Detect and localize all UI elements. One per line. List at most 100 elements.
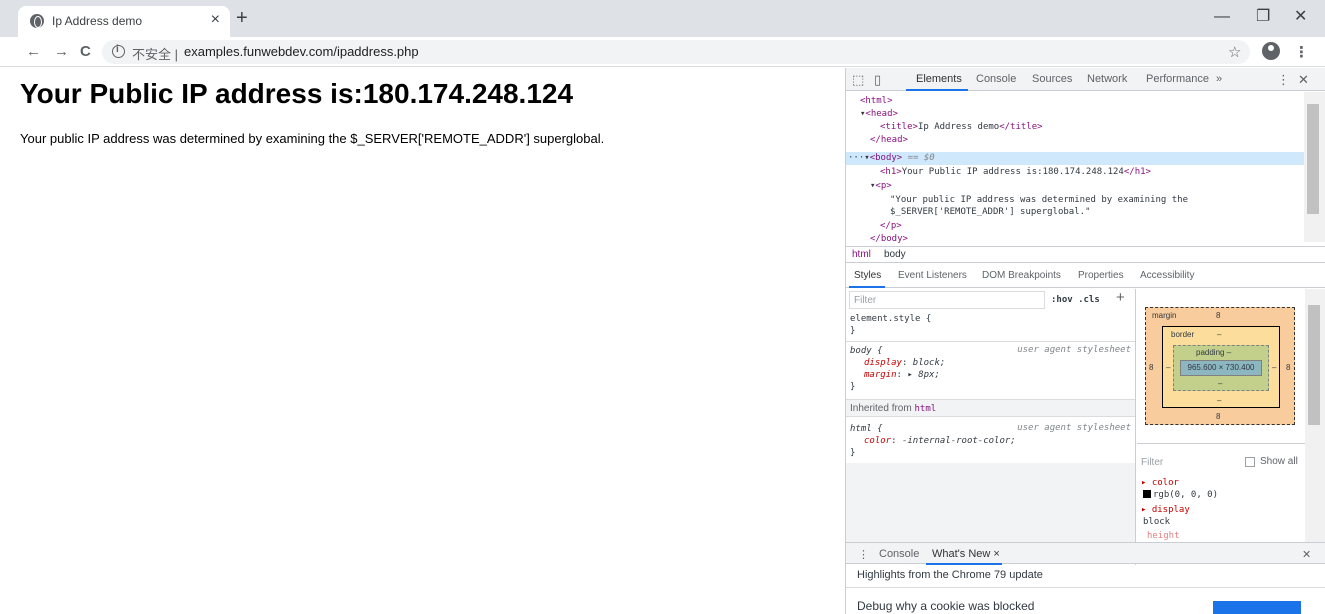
margin-label: margin (1152, 311, 1177, 320)
drawer-tab-whats-new[interactable]: What's New × (932, 548, 1000, 560)
tab-styles[interactable]: Styles (854, 270, 881, 281)
account-icon[interactable] (1262, 42, 1280, 60)
insecure-label: 不安全 | (132, 47, 179, 62)
tab-accessibility[interactable]: Accessibility (1140, 270, 1194, 281)
body-selector[interactable]: body { (850, 345, 883, 357)
dom-node-body[interactable]: ···▾<body> == $0 (848, 152, 935, 165)
close-window-button[interactable]: ✕ (1294, 8, 1307, 26)
margin-right-value: 8 (1286, 363, 1291, 372)
styles-scroll-thumb[interactable] (1308, 305, 1320, 425)
tab-performance[interactable]: Performance (1146, 73, 1209, 85)
border-label: border (1171, 330, 1195, 339)
dom-node-body-close: </body> (870, 234, 908, 244)
browser-menu-icon[interactable]: ⋮ (1294, 43, 1309, 61)
address-bar[interactable]: 不安全 | examples.funwebdev.com/ipaddress.p… (102, 40, 1250, 64)
computed-height-prop[interactable]: height (1147, 530, 1180, 542)
globe-icon (30, 14, 44, 28)
maximize-button[interactable]: ❐ (1256, 8, 1270, 26)
drawer-tabbar: ⋮ Console What's New × ✕ (846, 542, 1325, 565)
tab-elements[interactable]: Elements (916, 73, 962, 85)
dom-scrollbar[interactable] (1304, 92, 1325, 242)
tab-properties[interactable]: Properties (1078, 270, 1124, 281)
browser-toolbar: ← → C 不安全 | examples.funwebdev.com/ipadd… (0, 37, 1325, 67)
page-paragraph: Your public IP address was determined by… (20, 131, 605, 146)
dom-node-title[interactable]: <title>Ip Address demo</title> (880, 121, 1043, 134)
devtools-menu-icon[interactable]: ⋮ (1277, 72, 1290, 88)
box-model-padding[interactable]: padding – 965.600 × 730.400 – (1173, 345, 1269, 391)
color-declaration[interactable]: color: -internal-root-color; (864, 435, 1016, 447)
page-heading: Your Public IP address is:180.174.248.12… (20, 78, 574, 109)
element-style-rule[interactable]: element.style { (850, 313, 931, 325)
reload-button[interactable]: C (80, 43, 91, 61)
tab-sources[interactable]: Sources (1032, 73, 1072, 85)
user-agent-label: user agent stylesheet (1017, 423, 1131, 433)
devtools-panel: ⬚ ▯ Elements Console Sources Network Per… (845, 68, 1325, 614)
star-icon[interactable]: ☆ (1228, 43, 1241, 61)
dom-node-head[interactable]: ▾<head> (860, 108, 898, 121)
url-text[interactable]: examples.funwebdev.com/ipaddress.php (184, 44, 419, 59)
dom-node-p-close: </p> (880, 221, 902, 231)
tab-event-listeners[interactable]: Event Listeners (898, 270, 967, 281)
info-icon[interactable] (112, 44, 125, 58)
minimize-button[interactable]: — (1214, 8, 1230, 26)
hov-cls-toggles[interactable]: :hov .cls (1051, 295, 1100, 305)
dom-node-html[interactable]: <html> (860, 95, 893, 108)
display-declaration[interactable]: display: block; (864, 357, 945, 369)
box-model-margin[interactable]: margin 8 8 8 8 border – – – – padding – … (1145, 307, 1295, 425)
breadcrumb-html[interactable]: html (852, 249, 871, 260)
dom-scroll-thumb[interactable] (1307, 104, 1319, 214)
margin-left-value: 8 (1149, 363, 1154, 372)
back-button[interactable]: ← (26, 43, 41, 61)
padding-label: padding – (1196, 348, 1232, 357)
styles-tab-underline (849, 286, 885, 288)
tab-strip: Ip Address demo × + — ❐ ✕ (0, 0, 1325, 37)
styles-scrollbar[interactable] (1305, 289, 1325, 544)
styles-empty-area (846, 463, 1135, 543)
dom-tree: <html> ▾<head> <title>Ip Address demo</t… (846, 92, 1304, 246)
computed-display-prop[interactable]: ▸ display (1141, 504, 1190, 516)
forward-button[interactable]: → (54, 43, 69, 61)
styles-filter-input[interactable]: Filter (849, 291, 1045, 309)
rule-divider (846, 341, 1135, 342)
drawer-close-icon[interactable]: ✕ (1302, 548, 1311, 561)
styles-subtabs: Styles Event Listeners DOM Breakpoints P… (846, 264, 1325, 288)
computed-color-prop[interactable]: ▸ color (1141, 477, 1179, 489)
inherited-html-link[interactable]: html (914, 404, 936, 414)
tab-dom-breakpoints[interactable]: DOM Breakpoints (982, 270, 1061, 281)
margin-bottom-value: 8 (1216, 412, 1221, 421)
drawer-menu-icon[interactable]: ⋮ (858, 548, 869, 561)
active-tab-underline (906, 89, 968, 91)
tab-close-button[interactable]: × (211, 11, 220, 29)
tab-network[interactable]: Network (1087, 73, 1127, 85)
tab-title: Ip Address demo (52, 14, 143, 28)
dom-node-p[interactable]: ▾<p> (870, 180, 892, 193)
box-model-area: margin 8 8 8 8 border – – – – padding – … (1137, 289, 1305, 443)
whats-new-item[interactable]: Debug why a cookie was blocked (857, 599, 1034, 613)
breadcrumb: html body (846, 246, 1325, 263)
inspect-icon[interactable]: ⬚ (852, 72, 864, 88)
dom-node-h1[interactable]: <h1>Your Public IP address is:180.174.24… (880, 166, 1151, 179)
show-all-checkbox[interactable] (1245, 457, 1255, 467)
browser-tab[interactable]: Ip Address demo × (18, 6, 230, 37)
user-agent-label: user agent stylesheet (1017, 345, 1131, 355)
devtools-tabbar: ⬚ ▯ Elements Console Sources Network Per… (846, 68, 1325, 91)
margin-declaration[interactable]: margin: ▸ 8px; (864, 369, 940, 381)
border-left-value: – (1166, 363, 1171, 372)
color-swatch[interactable] (1143, 490, 1151, 498)
new-rule-icon[interactable]: + (1116, 289, 1125, 306)
device-toolbar-icon[interactable]: ▯ (874, 72, 881, 88)
drawer-tab-console[interactable]: Console (879, 548, 919, 560)
more-tabs-button[interactable]: » (1216, 73, 1222, 85)
border-top-value: – (1217, 330, 1222, 339)
box-model-content[interactable]: 965.600 × 730.400 (1180, 360, 1262, 376)
breadcrumb-body[interactable]: body (884, 249, 906, 260)
computed-display-value: block (1143, 517, 1171, 527)
new-tab-button[interactable]: + (236, 8, 248, 28)
box-model-border[interactable]: border – – – – padding – 965.600 × 730.4… (1162, 326, 1280, 408)
border-bottom-value: – (1217, 396, 1222, 405)
computed-color-value: rgb(0, 0, 0) (1143, 489, 1218, 501)
computed-filter-input[interactable]: Filter (1141, 457, 1163, 468)
tab-console[interactable]: Console (976, 73, 1016, 85)
devtools-close-icon[interactable]: ✕ (1298, 72, 1309, 88)
html-selector[interactable]: html { (850, 423, 883, 435)
